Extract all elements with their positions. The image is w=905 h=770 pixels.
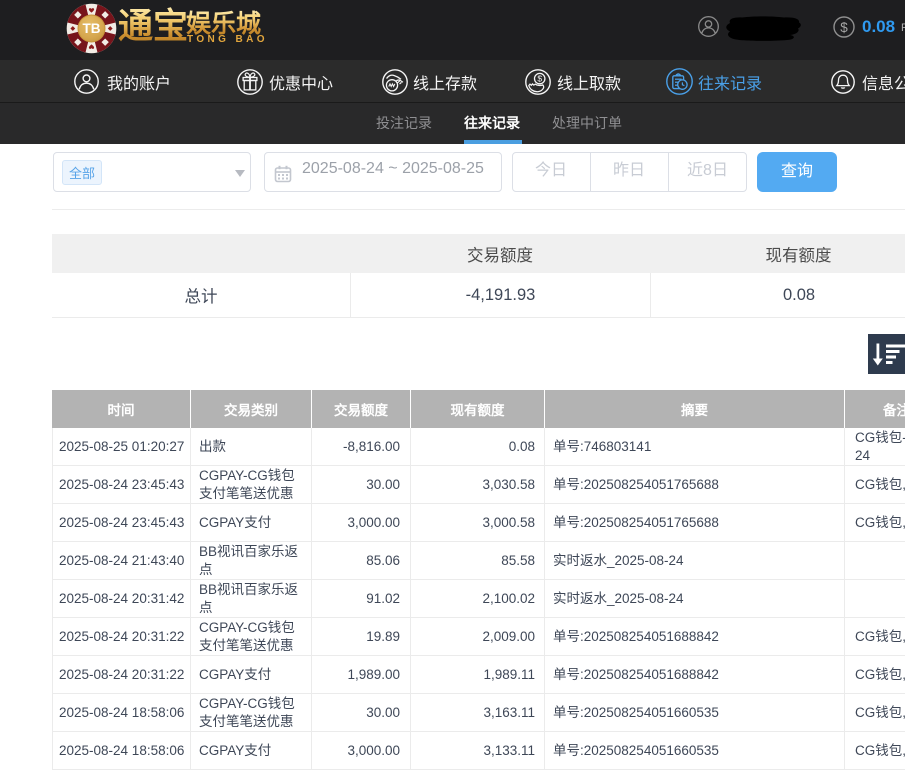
svg-text:$: $ <box>840 20 848 35</box>
svg-text:$: $ <box>537 73 542 83</box>
svg-text:TB: TB <box>83 21 101 36</box>
